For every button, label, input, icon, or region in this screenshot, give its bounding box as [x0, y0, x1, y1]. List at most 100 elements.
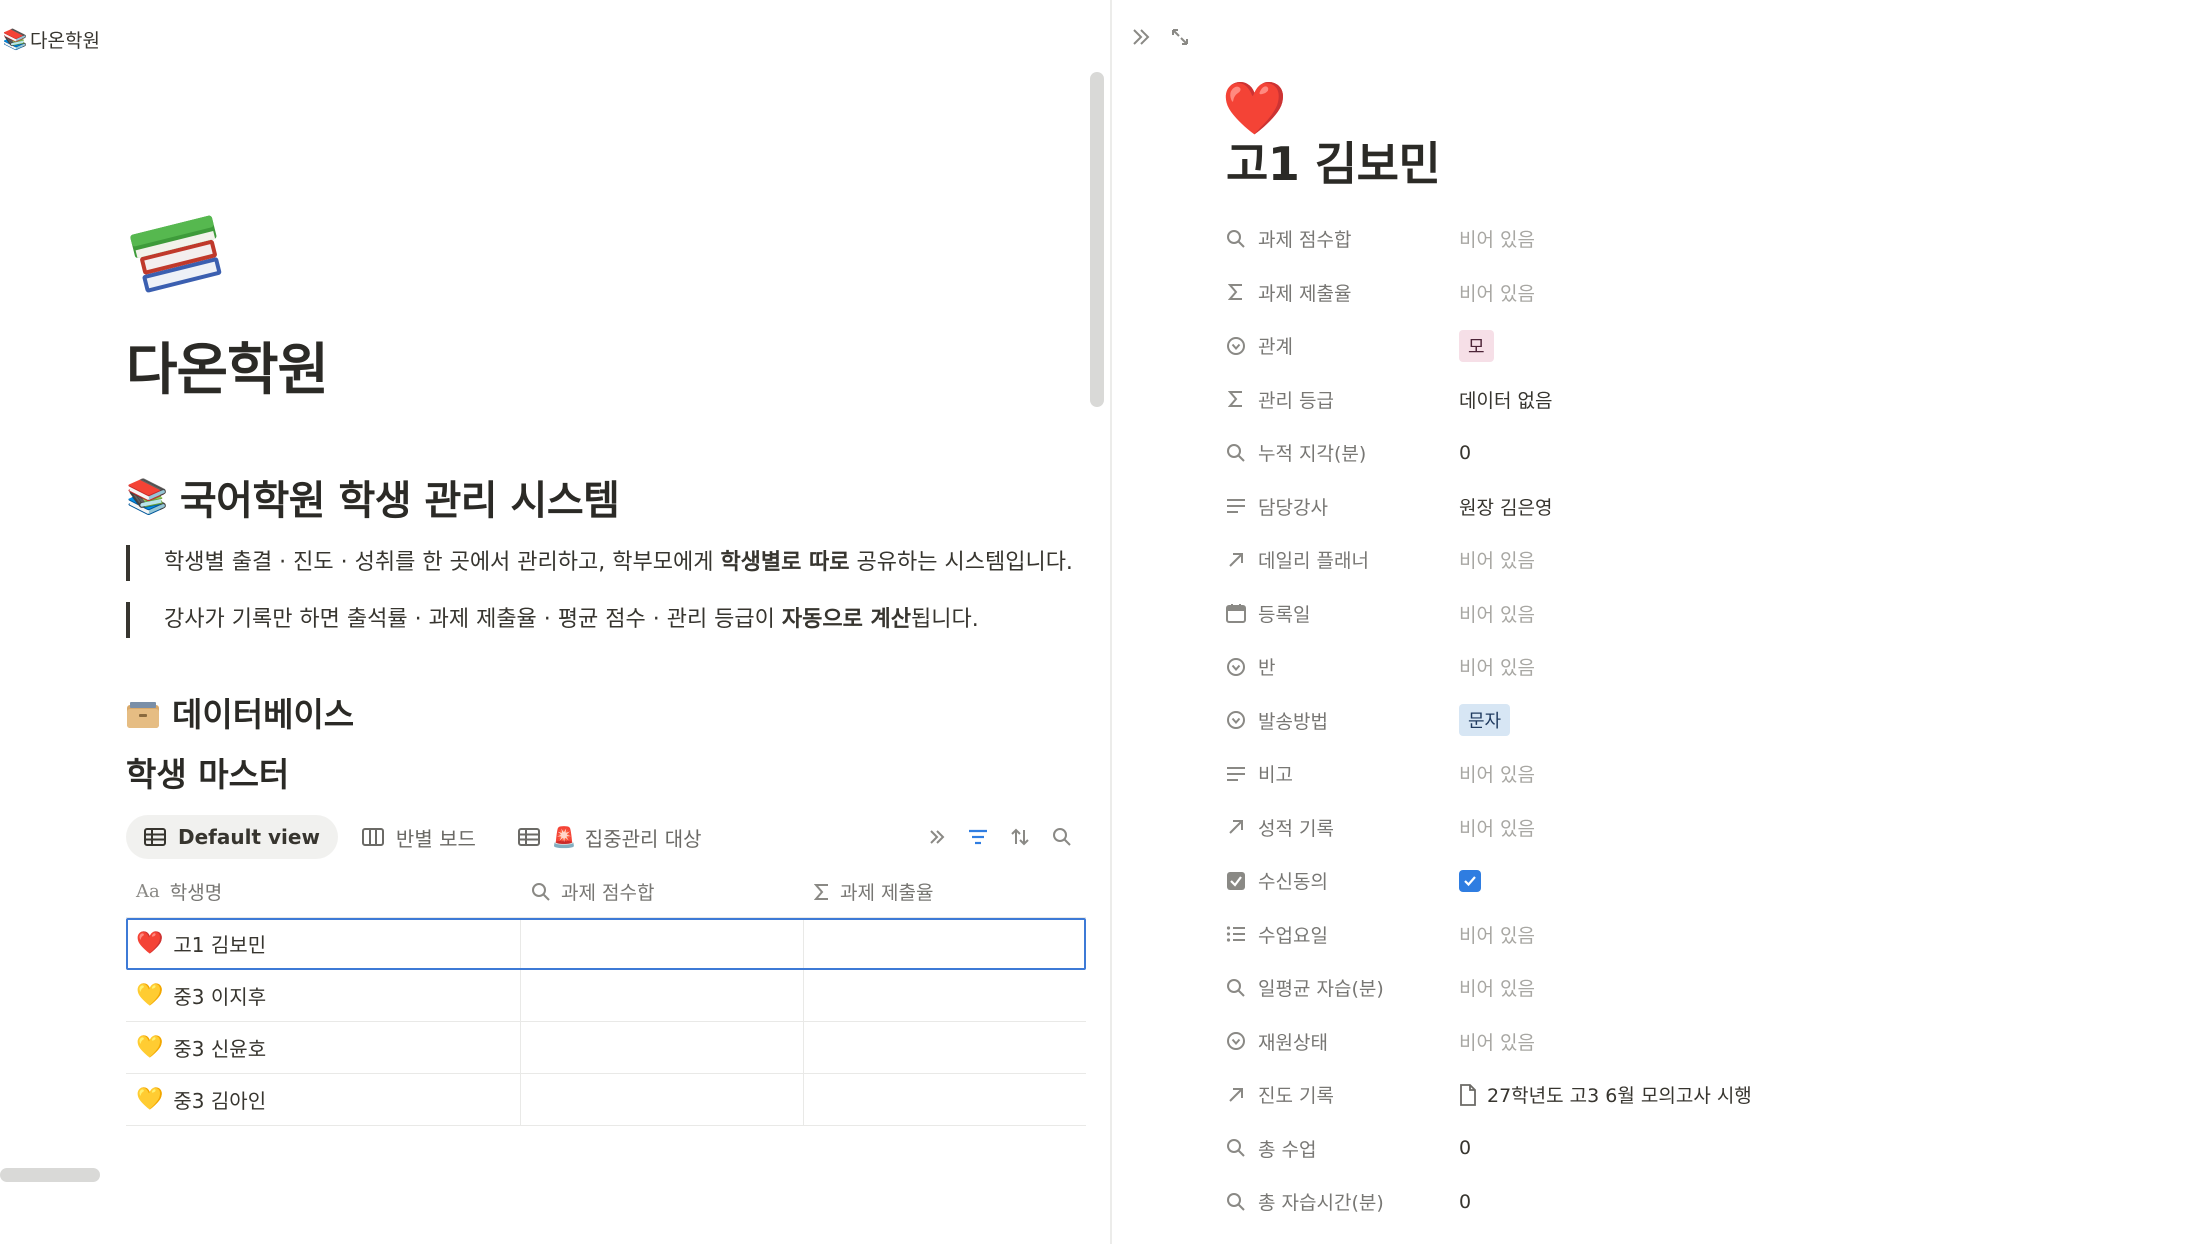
property-name[interactable]: 관리 등급: [1224, 386, 1459, 413]
cell-score[interactable]: [521, 970, 804, 1021]
property-value[interactable]: [1459, 869, 1481, 892]
property-name[interactable]: 과제 점수합: [1224, 225, 1459, 252]
cell-score[interactable]: [521, 918, 804, 969]
property-value[interactable]: 비어 있음: [1459, 814, 1535, 841]
property-row[interactable]: 담당강사 원장 김은영: [1224, 480, 2124, 534]
property-value[interactable]: 비어 있음: [1459, 546, 1535, 573]
select-tag[interactable]: 문자: [1459, 704, 1511, 737]
breadcrumb[interactable]: 📚 다온학원: [0, 24, 100, 54]
cell-submission[interactable]: [804, 918, 1086, 969]
tab-board-view[interactable]: 반별 보드: [344, 815, 494, 859]
property-value-text: 비어 있음: [1459, 657, 1535, 680]
property-row[interactable]: 등록일 비어 있음: [1224, 587, 2124, 641]
property-row[interactable]: 데일리 플래너 비어 있음: [1224, 533, 2124, 587]
property-label: 총 수업: [1258, 1138, 1317, 1161]
filter-icon[interactable]: [968, 829, 988, 845]
property-value[interactable]: 원장 김은영: [1459, 493, 1552, 520]
property-name[interactable]: 반: [1224, 653, 1459, 680]
property-name[interactable]: 담당강사: [1224, 493, 1459, 520]
table-row[interactable]: ❤️ 고1 김보민: [126, 918, 1086, 970]
property-name[interactable]: 비고: [1224, 760, 1459, 787]
sort-icon[interactable]: [1010, 827, 1030, 847]
column-header-name[interactable]: Aa 학생명: [126, 866, 521, 917]
property-value[interactable]: 비어 있음: [1459, 225, 1535, 252]
vertical-scrollbar[interactable]: [1090, 72, 1104, 407]
select-tag[interactable]: 모: [1459, 329, 1494, 362]
property-row[interactable]: 수업요일 비어 있음: [1224, 908, 2124, 962]
property-row[interactable]: 총 진도1: [1224, 1229, 2124, 1244]
table-row[interactable]: 💛 중3 김아인: [126, 1074, 1086, 1126]
cell-name[interactable]: 💛 중3 신윤호: [126, 1022, 521, 1073]
property-name[interactable]: 등록일: [1224, 600, 1459, 627]
cell-submission[interactable]: [804, 970, 1086, 1021]
property-value[interactable]: 0: [1459, 1191, 1471, 1213]
property-value[interactable]: 데이터 없음: [1459, 386, 1552, 413]
search-icon[interactable]: [1052, 827, 1072, 847]
cell-name[interactable]: 💛 중3 이지후: [126, 970, 521, 1021]
tab-focus-view[interactable]: 🚨 집중관리 대상: [500, 815, 720, 859]
property-value[interactable]: 비어 있음: [1459, 760, 1535, 787]
property-row[interactable]: 일평균 자습(분) 비어 있음: [1224, 961, 2124, 1015]
property-value[interactable]: 0: [1459, 442, 1471, 464]
property-row[interactable]: 누적 지각(분) 0: [1224, 426, 2124, 480]
property-name[interactable]: 수업요일: [1224, 921, 1459, 948]
breadcrumb-title[interactable]: 다온학원: [30, 26, 100, 53]
property-value[interactable]: 비어 있음: [1459, 279, 1535, 306]
property-name[interactable]: 일평균 자습(분): [1224, 974, 1459, 1001]
property-name[interactable]: 진도 기록: [1224, 1081, 1459, 1108]
page-title[interactable]: 다온학원: [126, 325, 329, 406]
property-row[interactable]: 총 자습시간(분) 0: [1224, 1175, 2124, 1229]
property-name[interactable]: 성적 기록: [1224, 814, 1459, 841]
property-row[interactable]: 재원상태 비어 있음: [1224, 1015, 2124, 1069]
property-name[interactable]: 총 수업: [1224, 1135, 1459, 1162]
cell-score[interactable]: [521, 1022, 804, 1073]
property-value[interactable]: 0: [1459, 1137, 1471, 1159]
cell-score[interactable]: [521, 1074, 804, 1125]
property-value[interactable]: 비어 있음: [1459, 653, 1535, 680]
property-name[interactable]: 재원상태: [1224, 1028, 1459, 1055]
database-title[interactable]: 학생 마스터: [126, 748, 289, 796]
table-row[interactable]: 💛 중3 이지후: [126, 970, 1086, 1022]
horizontal-scrollbar[interactable]: [0, 1168, 100, 1182]
property-value[interactable]: 비어 있음: [1459, 1028, 1535, 1055]
property-name[interactable]: 과제 제출율: [1224, 279, 1459, 306]
property-row[interactable]: 진도 기록 27학년도 고3 6월 모의고사 시행: [1224, 1068, 2124, 1122]
property-row[interactable]: 발송방법 문자: [1224, 694, 2124, 748]
cell-submission[interactable]: [804, 1022, 1086, 1073]
property-row[interactable]: 총 수업 0: [1224, 1122, 2124, 1176]
property-row[interactable]: 성적 기록 비어 있음: [1224, 801, 2124, 855]
property-value[interactable]: 비어 있음: [1459, 600, 1535, 627]
property-value[interactable]: 비어 있음: [1459, 921, 1535, 948]
property-name[interactable]: 데일리 플래너: [1224, 546, 1459, 573]
expand-icon[interactable]: [1170, 27, 1190, 47]
property-row[interactable]: 비고 비어 있음: [1224, 747, 2124, 801]
cell-name[interactable]: 💛 중3 김아인: [126, 1074, 521, 1125]
property-name[interactable]: 누적 지각(분): [1224, 439, 1459, 466]
property-row[interactable]: 반 비어 있음: [1224, 640, 2124, 694]
record-title[interactable]: 고1 김보민: [1226, 128, 1441, 194]
property-name[interactable]: 관계: [1224, 332, 1459, 359]
property-name[interactable]: 발송방법: [1224, 707, 1459, 734]
property-name[interactable]: 수신동의: [1224, 867, 1459, 894]
cell-name[interactable]: ❤️ 고1 김보민: [126, 918, 521, 969]
cell-submission[interactable]: [804, 1074, 1086, 1125]
table-row[interactable]: 💛 중3 신윤호: [126, 1022, 1086, 1074]
property-row[interactable]: 과제 점수합 비어 있음: [1224, 212, 2124, 266]
property-row[interactable]: 관리 등급 데이터 없음: [1224, 373, 2124, 427]
close-peek-chevron-icon[interactable]: [1130, 26, 1152, 48]
property-value[interactable]: 27학년도 고3 6월 모의고사 시행: [1459, 1081, 1752, 1108]
checkbox-checked[interactable]: [1459, 869, 1481, 892]
tab-default-view[interactable]: Default view: [126, 815, 338, 859]
property-row[interactable]: 관계 모: [1224, 319, 2124, 373]
property-value[interactable]: 문자: [1459, 704, 1511, 737]
more-views-chevron-icon[interactable]: [928, 828, 946, 846]
property-name[interactable]: 총 자습시간(분): [1224, 1188, 1459, 1215]
column-header-submission[interactable]: 과제 제출율: [804, 866, 1086, 917]
property-value[interactable]: 비어 있음: [1459, 974, 1535, 1001]
property-value[interactable]: 모: [1459, 329, 1494, 362]
property-row[interactable]: 수신동의: [1224, 854, 2124, 908]
column-header-score[interactable]: 과제 점수합: [521, 866, 804, 917]
property-label: 과제 점수합: [1258, 229, 1352, 252]
books-icon[interactable]: [124, 200, 234, 310]
property-row[interactable]: 과제 제출율 비어 있음: [1224, 266, 2124, 320]
